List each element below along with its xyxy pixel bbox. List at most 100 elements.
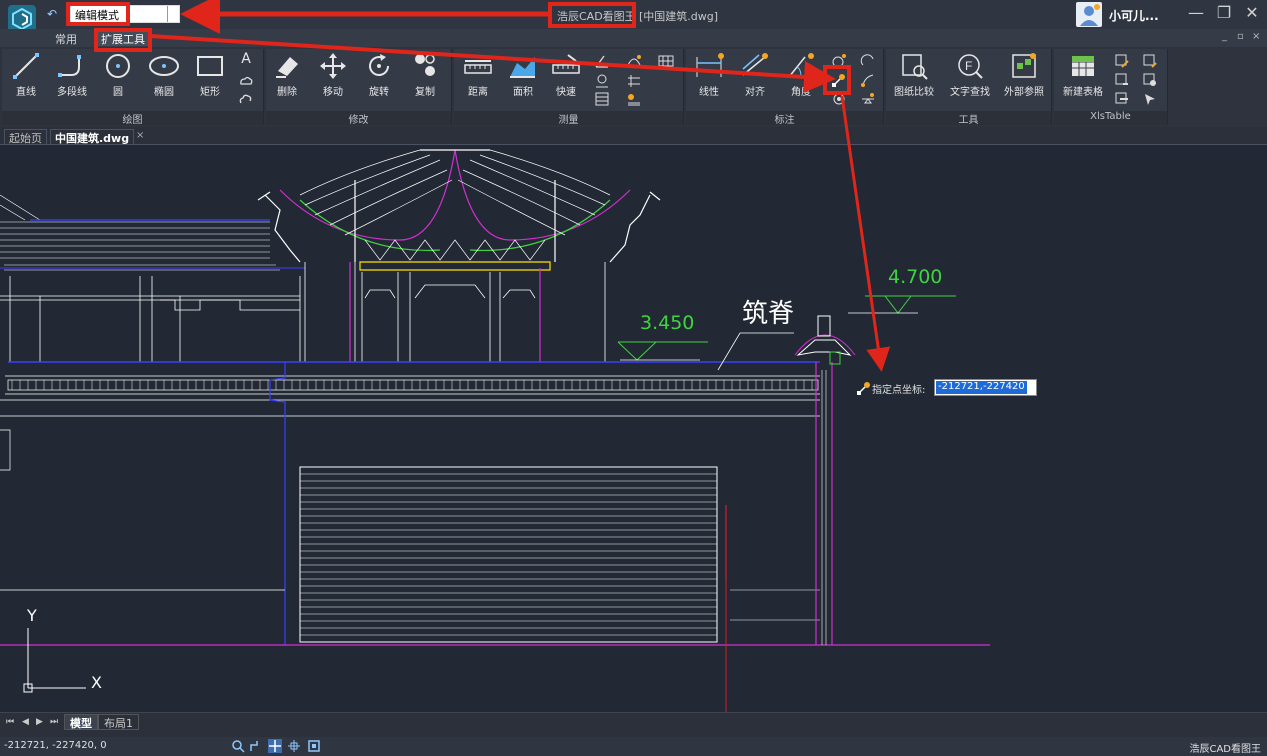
close-icon[interactable]: ✕ — [1241, 3, 1263, 22]
rectangle-button[interactable]: 矩形 — [194, 51, 226, 98]
rotate-button[interactable]: 旋转 — [364, 51, 394, 98]
user-avatar[interactable] — [1076, 2, 1102, 27]
dim-radius-icon[interactable] — [831, 53, 847, 69]
linear-dim-button[interactable]: 线性 — [692, 51, 726, 98]
zoom-icon[interactable] — [231, 739, 245, 753]
dim-elevation-icon[interactable] — [860, 91, 876, 107]
copy-button[interactable]: 复制 — [410, 51, 440, 98]
ortho-icon[interactable] — [249, 739, 263, 753]
line-button[interactable]: 直线 — [8, 51, 44, 98]
erase-button[interactable]: 删除 — [272, 51, 302, 98]
prev-layout-icon[interactable]: ◀ — [22, 717, 29, 727]
left-roof-hatch — [0, 194, 280, 271]
copy-icon — [415, 54, 435, 76]
right-column — [717, 315, 856, 645]
crosshair-icon[interactable] — [268, 739, 282, 753]
drawing-compare-button[interactable]: 图纸比较 — [890, 51, 938, 98]
ellipse-button[interactable]: 椭圆 — [147, 51, 181, 98]
mode-select[interactable]: 编辑模式 — [70, 5, 180, 23]
fit-view-icon[interactable] — [307, 739, 321, 753]
table-brush-icon[interactable] — [1142, 53, 1158, 69]
tab-model[interactable]: 模型 — [64, 714, 98, 730]
drawing-compare-label: 图纸比较 — [894, 87, 934, 98]
find-text-label: 文字查找 — [950, 87, 990, 98]
find-text-icon: F — [958, 54, 983, 79]
dim-arc-icon[interactable] — [860, 53, 876, 69]
tab-common[interactable]: 常用 — [50, 31, 82, 46]
coordinate-input[interactable]: -212721,-227420 — [934, 379, 1037, 396]
username[interactable]: 小可儿... — [1109, 7, 1159, 24]
revcloud-icon[interactable] — [238, 91, 254, 107]
ucs-icon — [23, 628, 86, 693]
table-view-icon[interactable] — [1142, 72, 1158, 88]
undo-icon[interactable]: ↶ — [47, 7, 57, 21]
linear-dim-label: 线性 — [699, 87, 719, 98]
status-bar: -212721, -227420, 0 浩辰CAD看图王 — [0, 737, 1267, 756]
next-layout-icon[interactable]: ▶ — [36, 717, 43, 727]
rectangle-icon — [197, 56, 223, 76]
area-button[interactable]: 面积 — [506, 51, 540, 98]
tab-start-page[interactable]: 起始页 — [4, 129, 47, 145]
dim-leader-icon[interactable] — [860, 72, 876, 88]
area-icon — [510, 57, 535, 78]
aligned-dim-label: 对齐 — [745, 87, 765, 98]
measure-arc-icon[interactable] — [626, 53, 642, 69]
coordinate-input-value: -212721,-227420 — [936, 381, 1027, 394]
first-layout-icon[interactable]: ⏮ — [6, 717, 14, 727]
ellipse-label: 椭圆 — [154, 87, 174, 98]
table-edit-icon[interactable] — [1114, 53, 1130, 69]
measure-radius-icon[interactable] — [594, 73, 610, 89]
angle-dim-button[interactable]: 角度 — [784, 51, 818, 98]
restore-icon[interactable]: ❐ — [1213, 3, 1235, 22]
close-tab-icon[interactable]: × — [136, 130, 144, 141]
measure-angle-icon[interactable] — [594, 53, 610, 69]
new-table-button[interactable]: 新建表格 — [1058, 51, 1108, 98]
coordinate-dim-icon[interactable] — [831, 72, 847, 88]
main-wall — [0, 361, 990, 646]
drawing-canvas[interactable]: 3.450 4.700 筑脊 Y X 指定点坐标: -212721,-22742… — [0, 145, 1267, 712]
distance-button[interactable]: 距离 — [460, 51, 496, 98]
doc-close-icon[interactable]: × — [1252, 31, 1260, 42]
group-draw: 直线 多段线 圆 椭圆 矩形 A 绘图 — [2, 49, 264, 126]
group-tools-title: 工具 — [886, 111, 1051, 126]
find-text-button[interactable]: F 文字查找 — [946, 51, 994, 98]
tab-extended-tools[interactable]: 扩展工具 — [96, 31, 150, 46]
aligned-dim-button[interactable]: 对齐 — [738, 51, 772, 98]
measure-sum-icon[interactable] — [626, 73, 642, 89]
circle-button[interactable]: 圆 — [102, 51, 134, 98]
gate — [299, 466, 718, 643]
ribbon: 直线 多段线 圆 椭圆 矩形 A 绘图 删除 移动 旋转 复制 修改 距离 面积… — [0, 47, 1267, 127]
table-select-icon[interactable] — [1142, 91, 1158, 107]
quick-measure-icon — [552, 54, 580, 74]
measure-grid-icon[interactable] — [658, 53, 674, 69]
doc-minimize-icon[interactable]: _ — [1222, 31, 1227, 42]
doc-restore-icon[interactable]: ▫ — [1237, 31, 1244, 42]
group-measure-title: 测量 — [454, 111, 683, 126]
tab-layout1[interactable]: 布局1 — [98, 714, 139, 730]
measure-table-icon[interactable] — [594, 91, 610, 107]
tab-drawing[interactable]: 中国建筑.dwg — [50, 129, 135, 145]
xref-label: 外部参照 — [1004, 87, 1044, 98]
quick-measure-label: 快速 — [556, 87, 576, 98]
mode-select-value: 编辑模式 — [75, 9, 119, 22]
minimize-icon[interactable]: — — [1185, 3, 1207, 22]
cursor-coordinates: -212721, -227420, 0 — [4, 740, 107, 751]
move-button[interactable]: 移动 — [318, 51, 348, 98]
xref-button[interactable]: 外部参照 — [1000, 51, 1048, 98]
svg-text:F: F — [965, 59, 972, 73]
last-layout-icon[interactable]: ⏭ — [50, 717, 58, 727]
ridge-note: 筑脊 — [742, 299, 795, 329]
quick-measure-button[interactable]: 快速 — [550, 51, 582, 98]
measure-points-icon[interactable] — [626, 91, 642, 107]
polyline-button[interactable]: 多段线 — [52, 51, 92, 98]
ribbon-tab-strip: 常用 扩展工具 _ ▫ × — [0, 29, 1267, 47]
line-icon — [13, 53, 39, 79]
snap-icon[interactable] — [287, 739, 301, 753]
text-tool-button[interactable]: A — [236, 51, 256, 67]
cloud-icon[interactable] — [238, 73, 254, 89]
table-import-icon[interactable] — [1114, 72, 1130, 88]
group-draw-title: 绘图 — [2, 111, 263, 126]
table-export-icon[interactable] — [1114, 91, 1130, 107]
dim-circle-icon[interactable] — [831, 91, 847, 107]
chevron-down-icon[interactable] — [167, 6, 177, 22]
